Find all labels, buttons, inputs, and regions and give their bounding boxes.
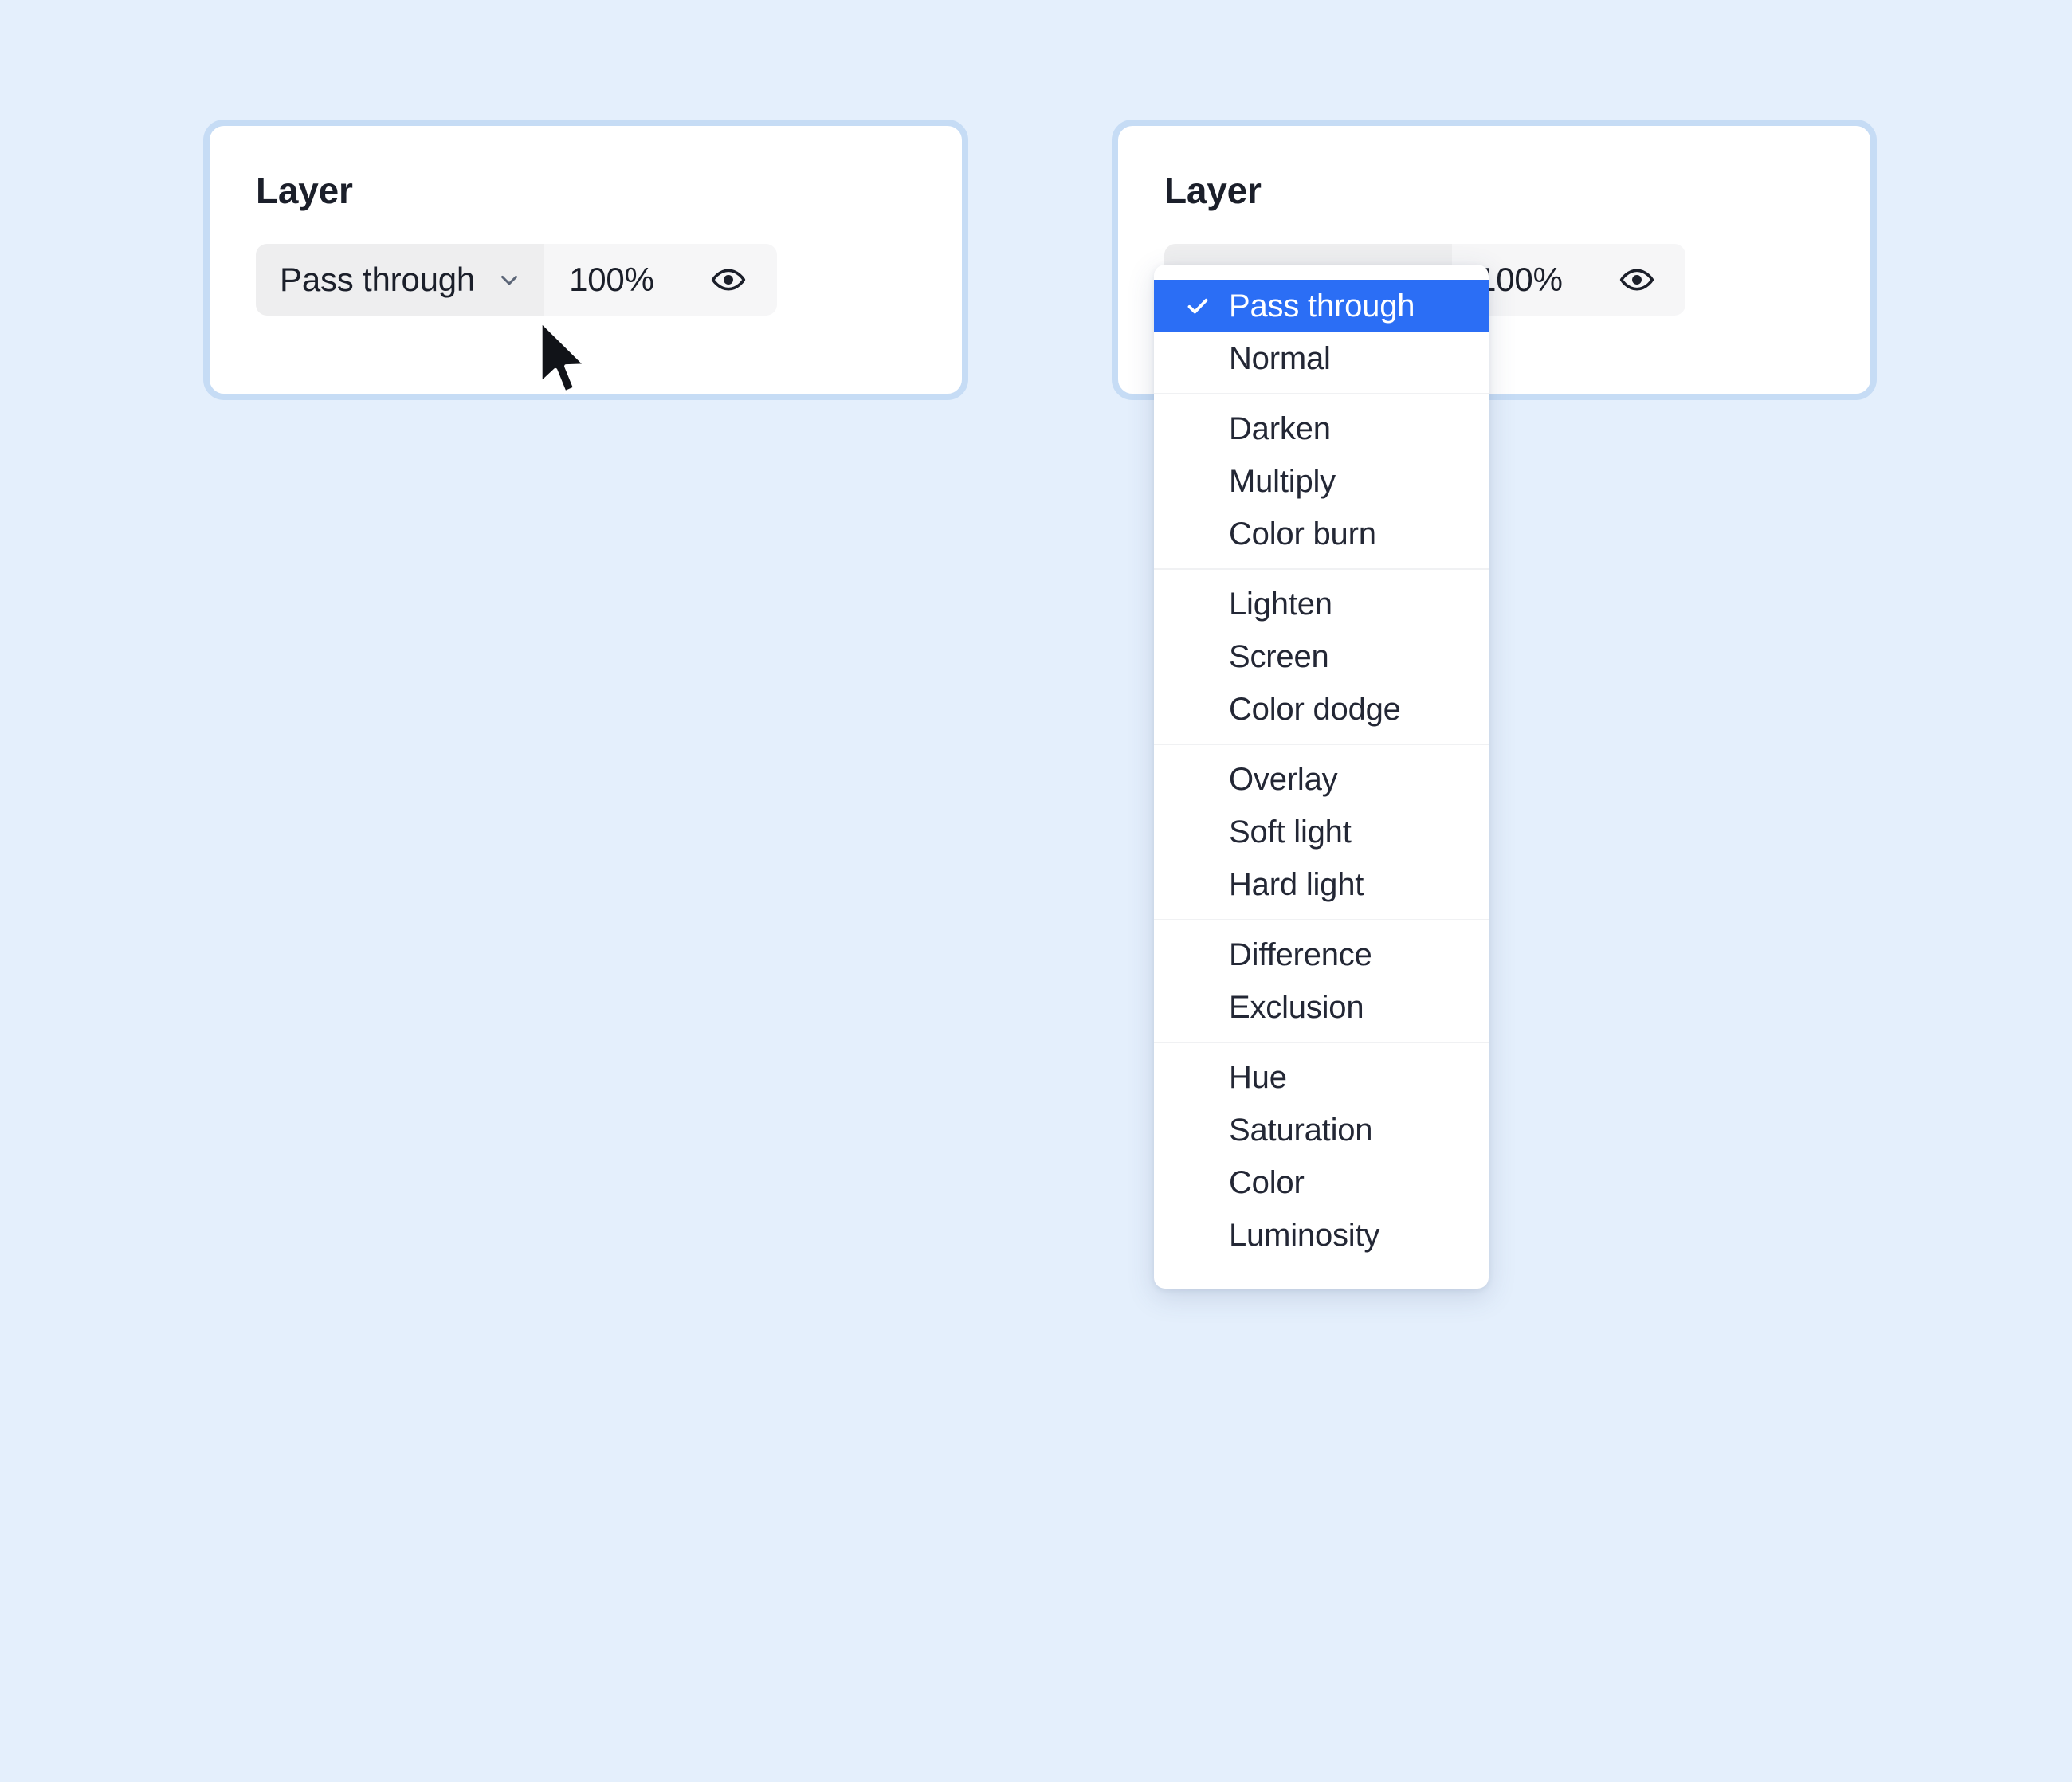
menu-item-color[interactable]: Color bbox=[1154, 1156, 1489, 1209]
menu-item-label: Luminosity bbox=[1229, 1217, 1380, 1253]
menu-item-luminosity[interactable]: Luminosity bbox=[1154, 1209, 1489, 1262]
menu-item-soft-light[interactable]: Soft light bbox=[1154, 806, 1489, 858]
menu-item-label: Saturation bbox=[1229, 1112, 1373, 1148]
check-icon bbox=[1184, 292, 1211, 320]
opacity-group: 100% bbox=[544, 244, 777, 316]
page-title: Layer bbox=[1164, 170, 1262, 211]
menu-item-label: Darken bbox=[1229, 410, 1331, 446]
chevron-down-icon bbox=[496, 266, 523, 293]
blend-mode-select[interactable]: Pass through bbox=[256, 244, 544, 316]
menu-item-label: Hard light bbox=[1229, 866, 1364, 902]
menu-item-label: Lighten bbox=[1229, 586, 1332, 622]
menu-item-label: Color bbox=[1229, 1164, 1305, 1200]
opacity-input[interactable]: 100% bbox=[569, 261, 654, 299]
menu-item-multiply[interactable]: Multiply bbox=[1154, 455, 1489, 508]
menu-item-label: Normal bbox=[1229, 340, 1331, 376]
menu-item-color-burn[interactable]: Color burn bbox=[1154, 508, 1489, 560]
menu-item-screen[interactable]: Screen bbox=[1154, 630, 1489, 683]
menu-section: Lighten Screen Color dodge bbox=[1154, 568, 1489, 744]
menu-item-label: Color dodge bbox=[1229, 691, 1401, 727]
menu-item-label: Hue bbox=[1229, 1059, 1287, 1095]
blend-mode-value: Pass through bbox=[280, 261, 476, 298]
menu-item-normal[interactable]: Normal bbox=[1154, 332, 1489, 385]
menu-item-label: Color burn bbox=[1229, 516, 1376, 551]
menu-item-label: Pass through bbox=[1229, 288, 1415, 324]
menu-item-lighten[interactable]: Lighten bbox=[1154, 578, 1489, 630]
eye-icon[interactable] bbox=[710, 261, 747, 298]
menu-item-saturation[interactable]: Saturation bbox=[1154, 1104, 1489, 1156]
layer-properties-segmented-control: Pass through 100% bbox=[256, 244, 777, 316]
menu-item-label: Exclusion bbox=[1229, 989, 1364, 1025]
menu-section: Difference Exclusion bbox=[1154, 919, 1489, 1042]
menu-item-difference[interactable]: Difference bbox=[1154, 928, 1489, 981]
opacity-input[interactable]: 100% bbox=[1477, 261, 1563, 299]
blend-mode-dropdown-menu: Pass through Normal Darken Multiply Color bu… bbox=[1154, 265, 1489, 1289]
menu-item-color-dodge[interactable]: Color dodge bbox=[1154, 683, 1489, 736]
menu-section: Darken Multiply Color burn bbox=[1154, 393, 1489, 568]
menu-section: Overlay Soft light Hard light bbox=[1154, 744, 1489, 919]
menu-item-overlay[interactable]: Overlay bbox=[1154, 753, 1489, 806]
eye-icon[interactable] bbox=[1619, 261, 1655, 298]
menu-item-label: Screen bbox=[1229, 638, 1329, 674]
menu-section: Hue Saturation Color Luminosity bbox=[1154, 1042, 1489, 1270]
menu-item-label: Difference bbox=[1229, 936, 1372, 972]
menu-item-hard-light[interactable]: Hard light bbox=[1154, 858, 1489, 911]
menu-item-pass-through[interactable]: Pass through bbox=[1154, 280, 1489, 332]
menu-item-exclusion[interactable]: Exclusion bbox=[1154, 981, 1489, 1034]
menu-item-darken[interactable]: Darken bbox=[1154, 402, 1489, 455]
page-title: Layer bbox=[256, 170, 353, 211]
menu-item-label: Overlay bbox=[1229, 761, 1338, 797]
menu-item-label: Soft light bbox=[1229, 814, 1352, 850]
menu-section: Pass through Normal bbox=[1154, 272, 1489, 393]
layer-panel-closed: Layer Pass through 100% bbox=[203, 120, 968, 400]
menu-item-hue[interactable]: Hue bbox=[1154, 1051, 1489, 1104]
menu-item-label: Multiply bbox=[1229, 463, 1336, 499]
